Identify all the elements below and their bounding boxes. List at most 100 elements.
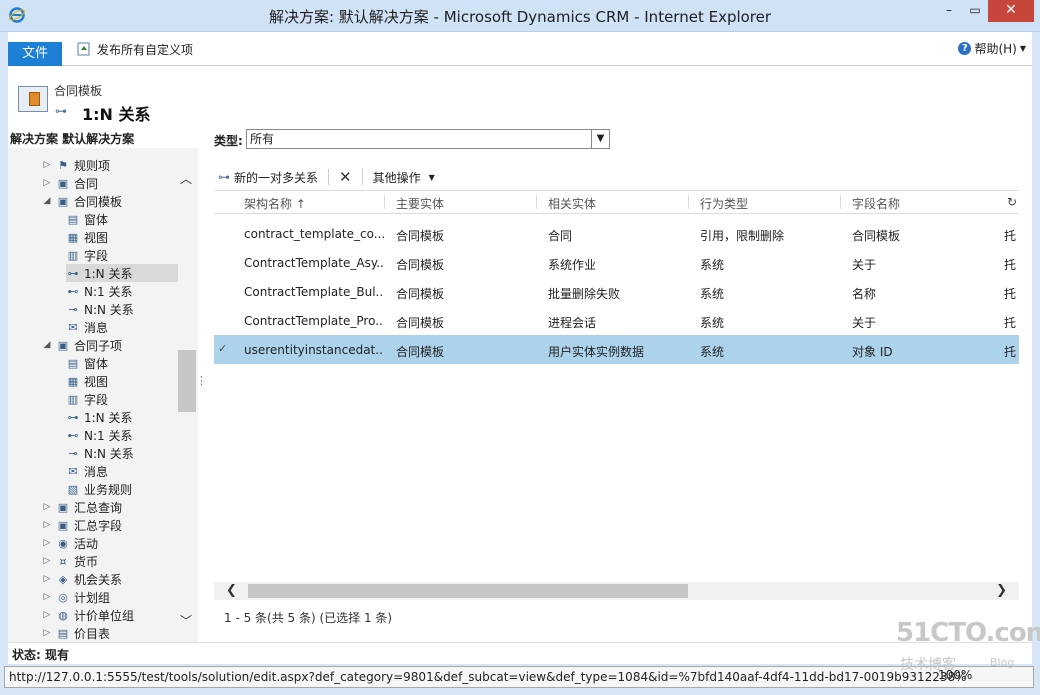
- grid-toolbar: ⊶ 新的一对多关系 ✕ 其他操作 ▼: [214, 166, 439, 188]
- scrollbar-thumb[interactable]: [248, 584, 688, 598]
- unit-group-icon: ◍: [58, 608, 68, 622]
- expand-icon[interactable]: ▷: [42, 502, 52, 512]
- column-header-behavior[interactable]: 行为类型: [700, 195, 748, 212]
- pane-splitter-handle[interactable]: ⋮: [196, 374, 207, 387]
- new-relationship-button[interactable]: ⊶ 新的一对多关系: [214, 166, 322, 188]
- chevron-down-icon[interactable]: ▼: [591, 130, 609, 148]
- help-button[interactable]: ? 帮助(H) ▼: [958, 40, 1026, 57]
- nav-item[interactable]: ▦ 视图: [66, 372, 108, 390]
- column-header-primary[interactable]: 主要实体: [396, 195, 444, 212]
- nav-item[interactable]: ✉ 消息: [66, 462, 108, 480]
- nav-item[interactable]: ◢ ▣ 合同子项: [42, 336, 122, 354]
- relationship-grid: 架构名称 ↑ 主要实体 相关实体 行为类型 字段名称 ↻ contract_te…: [214, 190, 1019, 590]
- nav-item[interactable]: ✉ 消息: [66, 318, 108, 336]
- table-row[interactable]: contract_template_co... 合同模板 合同 引用，限制删除 合同模板…: [214, 219, 1019, 248]
- nav-scrollbar-thumb[interactable]: [178, 350, 196, 412]
- scroll-up-icon[interactable]: ︿: [180, 170, 192, 187]
- table-row[interactable]: ContractTemplate_Asy... 合同模板 系统作业 系统 关于 托: [214, 248, 1019, 277]
- table-cell-field: 合同模板: [852, 229, 901, 243]
- expand-icon[interactable]: ▷: [42, 574, 52, 584]
- nav-item[interactable]: ▤ 窗体: [66, 210, 108, 228]
- table-cell-related: 合同: [548, 229, 573, 243]
- expand-icon[interactable]: ▷: [42, 556, 52, 566]
- collapse-icon[interactable]: ◢: [42, 340, 52, 350]
- nav-item[interactable]: ▷ ▣ 合同: [42, 174, 98, 192]
- nav-item[interactable]: ⊶ 1:N 关系: [66, 264, 178, 282]
- table-cell-behavior: 系统: [700, 345, 725, 359]
- entity-icon: ▣: [57, 194, 69, 208]
- minimize-button[interactable]: –: [936, 0, 962, 22]
- publish-all-button[interactable]: 发布所有自定义项: [76, 39, 193, 59]
- table-cell-schema[interactable]: ContractTemplate_Bul...: [244, 285, 384, 299]
- expand-icon[interactable]: ▷: [42, 520, 52, 530]
- file-tab[interactable]: 文件: [8, 42, 62, 66]
- business-rule-icon: ▧: [67, 482, 79, 496]
- filter-label: 类型:: [214, 134, 243, 148]
- expand-icon[interactable]: ▷: [42, 178, 52, 188]
- type-filter-select[interactable]: 所有 ▼: [246, 129, 610, 149]
- nav-item[interactable]: ▷ ¤ 货币: [42, 552, 98, 570]
- nav-item[interactable]: ▷ ◈ 机会关系: [42, 570, 122, 588]
- close-button[interactable]: ✕: [988, 0, 1034, 22]
- nav-item[interactable]: ⊸ N:N 关系: [66, 444, 133, 462]
- table-row[interactable]: ContractTemplate_Bul... 合同模板 批量删除失败 系统 名称 托: [214, 277, 1019, 306]
- nav-item[interactable]: ▷ ▣ 汇总字段: [42, 516, 122, 534]
- scroll-right-icon[interactable]: ❯: [996, 583, 1007, 598]
- column-header-field[interactable]: 字段名称: [852, 195, 900, 212]
- nav-item[interactable]: ⊶ 1:N 关系: [66, 408, 133, 426]
- nav-item[interactable]: ▷ ⚑ 规则项: [42, 156, 110, 174]
- entity-name: 合同模板: [54, 84, 103, 98]
- table-cell-primary: 合同模板: [396, 345, 445, 359]
- nav-item[interactable]: ◢ ▣ 合同模板: [42, 192, 122, 210]
- nav-item[interactable]: ▦ 视图: [66, 228, 108, 246]
- table-cell-schema[interactable]: contract_template_co...: [244, 227, 384, 241]
- expand-icon[interactable]: ▷: [42, 160, 52, 170]
- scroll-down-icon[interactable]: ﹀: [180, 612, 192, 629]
- table-row[interactable]: ✓ userentityinstancedat... 合同模板 用户实体实例数据 系统 对…: [214, 335, 1019, 364]
- nav-item[interactable]: ▷ ◎ 计划组: [42, 588, 110, 606]
- nav-item-label: 字段: [84, 248, 109, 263]
- column-header-related[interactable]: 相关实体: [548, 195, 596, 212]
- column-divider: [536, 195, 537, 209]
- table-row[interactable]: ContractTemplate_Pro... 合同模板 进程会话 系统 关于 托: [214, 306, 1019, 335]
- table-cell-behavior: 系统: [700, 287, 725, 301]
- nav-item[interactable]: ▧ 业务规则: [66, 480, 132, 498]
- refresh-icon[interactable]: ↻: [1007, 195, 1017, 209]
- opportunity-icon: ◈: [58, 572, 68, 586]
- nav-item[interactable]: ▷ ▣ 汇总查询: [42, 498, 122, 516]
- nav-item-label: 合同模板: [74, 194, 123, 209]
- collapse-icon[interactable]: ◢: [42, 196, 52, 206]
- delete-button[interactable]: ✕: [335, 166, 356, 188]
- expand-icon[interactable]: ▷: [42, 538, 52, 548]
- table-cell-related: 系统作业: [548, 258, 597, 272]
- main-content: 合同模板 ⊶ 1:N 关系 解决方案 默认解决方案 ▷ ⚑ 规则项 ▷ ▣ 合同 ◢ ▣ 合同模…: [8, 66, 1032, 642]
- horizontal-scrollbar[interactable]: ❮ ❯: [214, 582, 1019, 600]
- help-icon: ?: [958, 42, 972, 55]
- nav-item[interactable]: ▥ 字段: [66, 390, 108, 408]
- maximize-button[interactable]: ▭: [962, 0, 988, 22]
- nav-item-label: 业务规则: [84, 482, 133, 497]
- currency-icon: ¤: [59, 554, 67, 568]
- nav-item[interactable]: ▷ ◉ 活动: [42, 534, 98, 552]
- table-cell-schema[interactable]: ContractTemplate_Asy...: [244, 256, 384, 270]
- table-cell-schema[interactable]: userentityinstancedat...: [244, 343, 384, 357]
- more-actions-button[interactable]: 其他操作 ▼: [369, 166, 439, 188]
- expand-icon[interactable]: ▷: [42, 610, 52, 620]
- nav-item[interactable]: ▥ 字段: [66, 246, 108, 264]
- column-header-schema[interactable]: 架构名称 ↑: [244, 195, 306, 212]
- type-filter-value: 所有: [250, 132, 275, 146]
- expand-icon[interactable]: ▷: [42, 628, 52, 638]
- column-divider: [688, 195, 689, 209]
- table-cell-schema[interactable]: ContractTemplate_Pro...: [244, 314, 384, 328]
- expand-icon[interactable]: ▷: [42, 592, 52, 602]
- table-cell-related: 批量删除失败: [548, 287, 621, 301]
- nav-item[interactable]: ▷ ◍ 计价单位组: [42, 606, 134, 624]
- nav-item[interactable]: ⊷ N:1 关系: [66, 426, 133, 444]
- nav-item[interactable]: ⊷ N:1 关系: [66, 282, 133, 300]
- nav-item[interactable]: ⊸ N:N 关系: [66, 300, 133, 318]
- relationship-icon: ⊸: [68, 302, 78, 316]
- scroll-left-icon[interactable]: ❮: [226, 583, 237, 598]
- nav-item[interactable]: ▷ ▤ 价目表: [42, 624, 110, 642]
- row-check-icon[interactable]: ✓: [218, 342, 227, 355]
- nav-item[interactable]: ▤ 窗体: [66, 354, 108, 372]
